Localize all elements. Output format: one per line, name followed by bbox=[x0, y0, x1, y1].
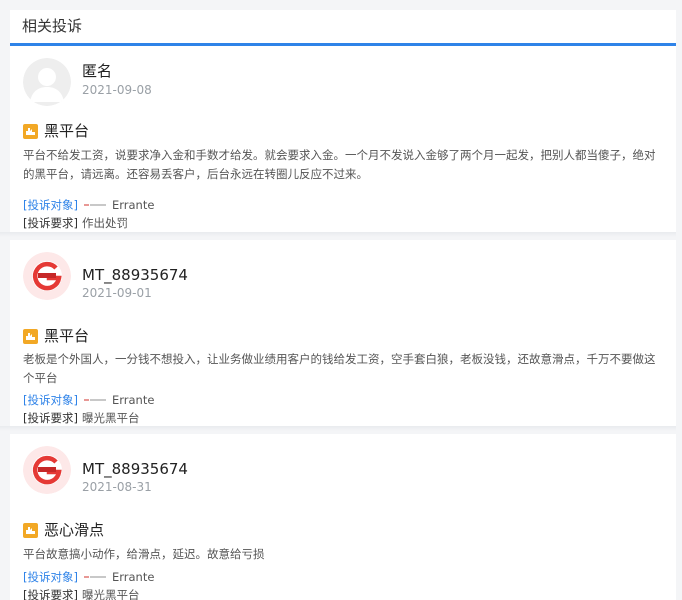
target-label: [投诉对象] bbox=[23, 393, 78, 407]
complaint-content: 平台故意搞小动作，给滑点，延迟。故意给亏损 bbox=[23, 547, 265, 561]
complaint-title[interactable]: 恶心滑点 bbox=[44, 520, 104, 540]
complaint-card[interactable]: MT_88935674 2021-09-01 黑平台 老板是个外国人，一分钱不想… bbox=[10, 240, 676, 426]
broker-logo-icon bbox=[83, 576, 106, 578]
complaint-content: 老板是个外国人，一分钱不想投入，让业务做业绩用客户的钱给发工资，空手套白狼，老板… bbox=[23, 352, 656, 385]
target-value[interactable]: Errante bbox=[112, 570, 154, 584]
user-logo-avatar-icon[interactable] bbox=[23, 446, 71, 494]
demand-label: [投诉要求] bbox=[23, 588, 78, 600]
complaint-date: 2021-09-01 bbox=[82, 286, 152, 300]
complaint-target-row: [投诉对象] Errante bbox=[23, 568, 154, 586]
complaint-demand-row: [投诉要求] 曝光黑平台 bbox=[23, 409, 139, 427]
complaint-demand-row: [投诉要求] 作出处罚 bbox=[23, 214, 128, 232]
demand-value: 曝光黑平台 bbox=[81, 411, 140, 425]
page: 相关投诉 匿名 2021-09-08 黑平台 平台不给发工资，说要求净入金和手数… bbox=[0, 0, 682, 600]
complaint-target-row: [投诉对象] Errante bbox=[23, 391, 154, 409]
hot-badge-icon bbox=[23, 123, 38, 139]
user-logo-avatar-icon[interactable] bbox=[23, 252, 71, 300]
complaint-title[interactable]: 黑平台 bbox=[44, 121, 89, 141]
card-divider bbox=[0, 426, 676, 434]
demand-label: [投诉要求] bbox=[23, 411, 78, 425]
user-name[interactable]: 匿名 bbox=[82, 61, 112, 81]
complaint-title-row[interactable]: 黑平台 bbox=[23, 326, 89, 346]
broker-logo-icon bbox=[83, 204, 106, 206]
section-title: 相关投诉 bbox=[22, 17, 83, 35]
complaint-title[interactable]: 黑平台 bbox=[44, 326, 89, 346]
broker-logo-icon bbox=[83, 399, 106, 401]
complaint-title-row[interactable]: 黑平台 bbox=[23, 121, 89, 141]
anonymous-avatar-icon[interactable] bbox=[23, 58, 71, 106]
demand-value: 曝光黑平台 bbox=[81, 588, 140, 600]
section-header: 相关投诉 bbox=[10, 10, 676, 46]
hot-badge-icon bbox=[23, 522, 38, 538]
complaint-date: 2021-09-08 bbox=[82, 83, 152, 97]
demand-label: [投诉要求] bbox=[23, 216, 78, 230]
complaint-target-row: [投诉对象] Errante bbox=[23, 196, 154, 214]
target-value[interactable]: Errante bbox=[112, 393, 154, 407]
user-name[interactable]: MT_88935674 bbox=[82, 265, 188, 285]
complaint-card[interactable]: MT_88935674 2021-08-31 恶心滑点 平台故意搞小动作，给滑点… bbox=[10, 434, 676, 600]
complaint-card[interactable]: 匿名 2021-09-08 黑平台 平台不给发工资，说要求净入金和手数才给发。就… bbox=[10, 46, 676, 232]
complaint-content: 平台不给发工资，说要求净入金和手数才给发。就会要求入金。一个月不发说入金够了两个… bbox=[23, 148, 656, 181]
complaints-panel: 相关投诉 匿名 2021-09-08 黑平台 平台不给发工资，说要求净入金和手数… bbox=[0, 10, 676, 600]
target-label: [投诉对象] bbox=[23, 570, 78, 584]
hot-badge-icon bbox=[23, 328, 38, 344]
demand-value: 作出处罚 bbox=[81, 216, 128, 230]
target-value[interactable]: Errante bbox=[112, 198, 154, 212]
complaint-title-row[interactable]: 恶心滑点 bbox=[23, 520, 104, 540]
complaint-date: 2021-08-31 bbox=[82, 480, 152, 494]
user-name[interactable]: MT_88935674 bbox=[82, 459, 188, 479]
complaint-demand-row: [投诉要求] 曝光黑平台 bbox=[23, 586, 139, 600]
card-divider bbox=[0, 232, 676, 240]
target-label: [投诉对象] bbox=[23, 198, 78, 212]
